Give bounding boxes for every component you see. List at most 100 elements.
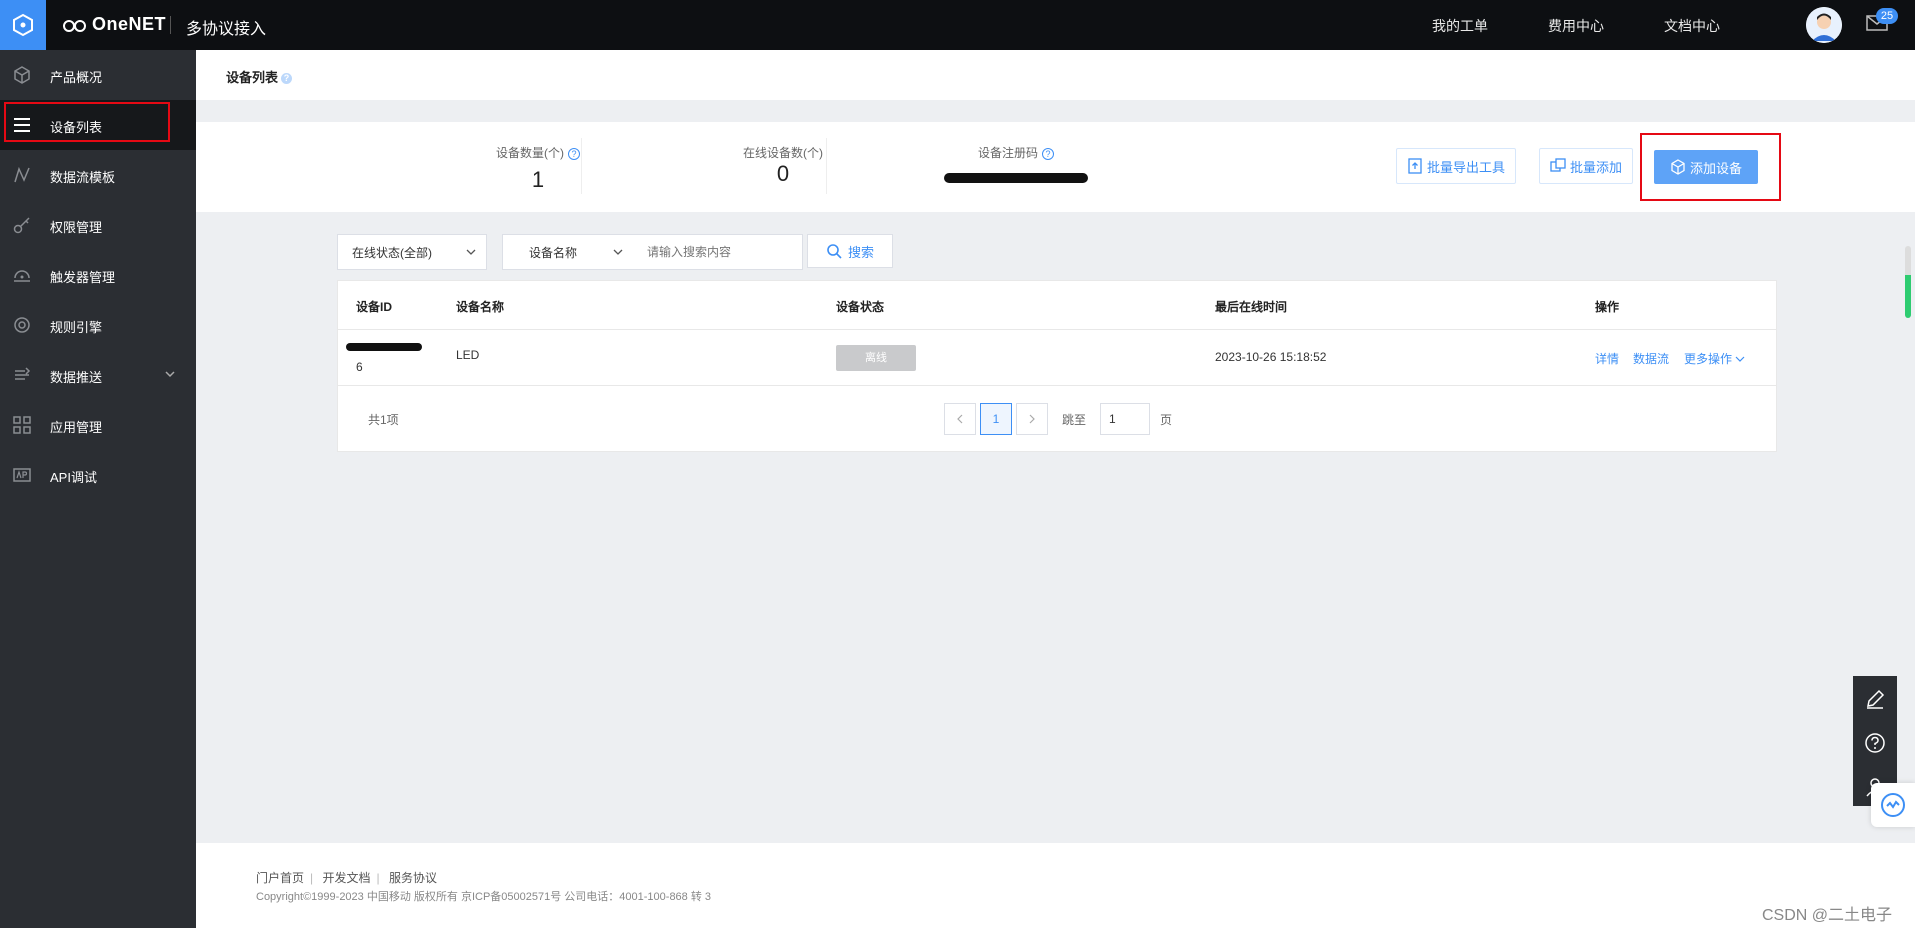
docs-center-link[interactable]: 文档中心 [1664,16,1720,36]
stat-online-count: 在线设备数(个) 0 [663,122,903,187]
chevron-down-icon [466,249,476,255]
chat-assistant-button[interactable] [1871,783,1915,827]
sidebar-item-label: 应用管理 [50,420,103,435]
status-badge: 离线 [836,345,916,371]
header-divider [338,329,1776,330]
grid-icon [13,416,31,434]
online-count-label: 在线设备数(个) [743,146,823,160]
detail-link[interactable]: 详情 [1595,350,1619,367]
online-count-value: 0 [776,161,790,186]
datastream-link[interactable]: 数据流 [1633,350,1669,367]
rule-icon [14,317,30,333]
column-header-status: 设备状态 [836,300,885,314]
footer-divider: | [310,871,314,885]
sidebar-item-app-management[interactable]: 应用管理 [0,400,196,450]
sidebar-item-datastream-template[interactable]: 数据流模板 [0,150,196,200]
top-bar: OneNET 多协议接入 我的工单 费用中心 文档中心 25 [0,0,1915,50]
footer-link-home[interactable]: 门户首页 [256,871,304,885]
sidebar-item-rule-engine[interactable]: 规则引擎 [0,300,196,350]
chevron-right-icon [1029,414,1035,424]
search-icon [827,244,842,259]
help-icon[interactable]: ? [568,147,580,160]
next-page-button[interactable] [1016,403,1048,435]
device-count-value: 1 [531,167,545,192]
edit-icon[interactable] [1864,688,1886,710]
batch-add-button[interactable]: 批量添加 [1539,148,1634,184]
stat-divider [826,138,827,194]
sidebar-item-trigger[interactable]: 触发器管理 [0,250,196,300]
page-button-current[interactable]: 1 [980,403,1012,435]
more-actions-label: 更多操作 [1684,352,1733,366]
page-unit-label: 页 [1160,413,1173,427]
sidebar: 产品概况 设备列表 数据流模板 权限管理 触发器管理 规则引擎 数据推送 应用管… [0,50,196,928]
device-id-redacted [346,343,422,351]
footer-link-terms[interactable]: 服务协议 [389,871,437,885]
sidebar-item-label: 权限管理 [50,220,103,235]
online-status-select[interactable]: 在线状态(全部) [337,234,487,270]
billing-center-link[interactable]: 费用中心 [1548,16,1604,36]
chat-assistant-icon [1881,793,1905,817]
add-device-highlight [1640,133,1781,201]
column-header-actions: 操作 [1595,300,1620,314]
brand-logo[interactable]: OneNET [62,14,166,35]
jump-label: 跳至 [1062,413,1087,427]
sidebar-item-label: 产品概况 [50,70,103,85]
mail-count-badge: 25 [1876,8,1898,24]
sidebar-item-api-debug[interactable]: API调试 [0,450,196,500]
scrollbar[interactable] [1905,246,1911,318]
footer-links: 门户首页 | 开发文档 | 服务协议 [256,869,443,886]
push-icon [15,367,31,380]
my-tickets-link[interactable]: 我的工单 [1432,16,1488,36]
footer-copyright: Copyright©1999-2023 中国移动 版权所有 京ICP备05002… [256,891,712,903]
api-icon [13,468,31,482]
search-input[interactable] [633,234,803,270]
sidebar-item-label: 数据流模板 [50,170,116,185]
device-table: 设备ID 设备名称 设备状态 最后在线时间 操作 6 LED 离线 2023-1… [337,280,1777,452]
batch-add-icon [1550,158,1566,172]
avatar[interactable] [1806,7,1842,43]
jump-page-input[interactable] [1100,403,1150,435]
sidebar-item-data-push[interactable]: 数据推送 [0,350,196,400]
sidebar-item-product-overview[interactable]: 产品概况 [0,50,196,100]
chevron-down-icon [613,249,623,255]
device-name: LED [456,348,480,362]
chevron-down-icon [1735,356,1745,362]
trigger-icon [14,270,30,282]
product-title: 多协议接入 [186,21,267,38]
batch-add-label: 批量添加 [1570,159,1623,175]
search-button-label: 搜索 [847,244,874,260]
hexagon-logo-icon [13,13,33,37]
help-icon[interactable]: ? [1042,147,1054,160]
brand-divider [170,16,171,34]
user-avatar-icon [1806,7,1842,43]
footer-link-docs[interactable]: 开发文档 [322,871,370,885]
prev-page-button[interactable] [944,403,976,435]
sidebar-item-permission[interactable]: 权限管理 [0,200,196,250]
cube-icon [14,66,30,84]
column-header-last-online: 最后在线时间 [1215,300,1288,314]
register-code-redacted [896,161,1136,186]
more-actions-dropdown[interactable]: 更多操作 [1684,350,1745,367]
sidebar-item-label: 规则引擎 [50,320,103,335]
sidebar-item-label: 触发器管理 [50,270,116,285]
stat-label: 设备数量(个)? [418,144,658,161]
stat-device-count: 设备数量(个)? 1 [418,122,658,193]
help-icon[interactable]: ? [281,73,293,85]
pagination-total: 共1项 [368,413,399,427]
chevron-left-icon [957,414,963,424]
batch-export-button[interactable]: 批量导出工具 [1396,148,1517,184]
sidebar-item-label: API调试 [50,470,97,485]
stat-divider [581,138,582,194]
sidebar-item-label: 数据推送 [50,370,103,385]
help-circle-icon[interactable] [1864,732,1886,754]
search-button[interactable]: 搜索 [807,234,893,268]
row-divider [338,385,1776,386]
stat-register-code: 设备注册码? [896,122,1136,186]
export-icon [1408,158,1422,174]
brand-name: OneNET [92,14,167,34]
stat-label: 设备注册码? [896,144,1136,161]
app-logo[interactable] [0,0,46,50]
footer-divider: | [376,871,380,885]
chevron-down-icon[interactable] [164,368,176,380]
search-field-select[interactable]: 设备名称 [502,234,634,270]
